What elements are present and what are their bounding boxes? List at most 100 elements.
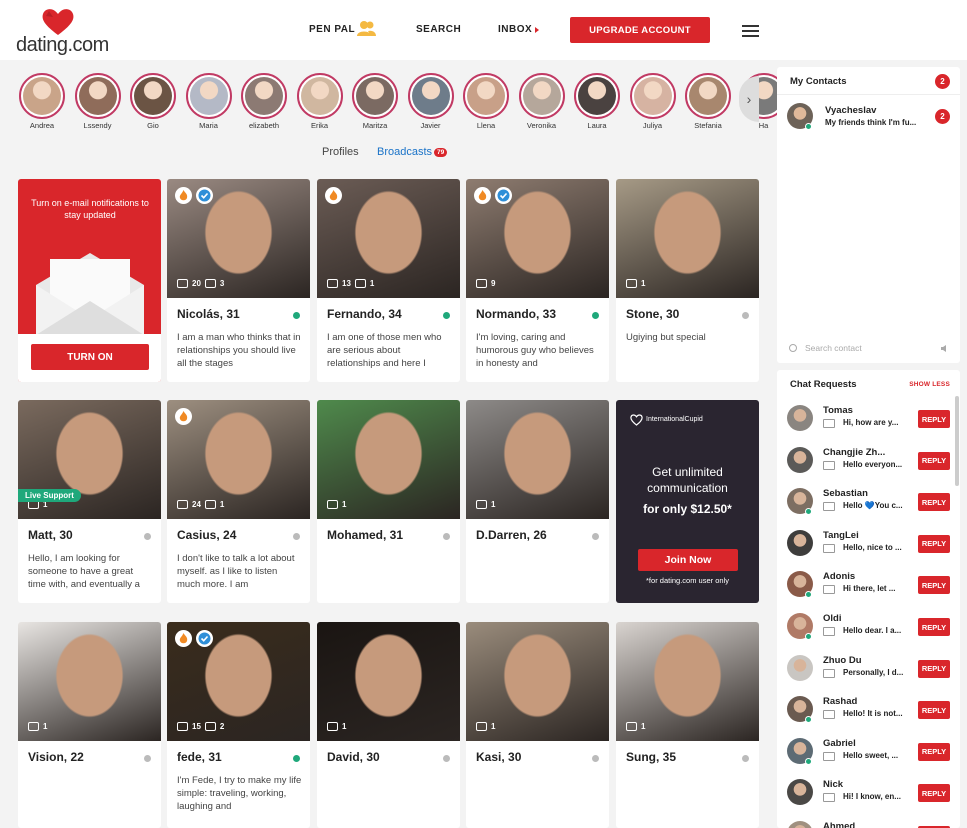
avatar [411,77,450,115]
story-ring [407,73,454,119]
live-support-badge[interactable]: Live Support [18,489,81,502]
story-item[interactable]: elizabeth [238,73,290,130]
request-name: Changjie Zh... [823,446,886,458]
promo-card[interactable]: InternationalCupid Get unlimited communi… [616,400,759,603]
offline-status-icon [592,533,599,540]
reply-button[interactable]: REPLY [918,493,950,512]
story-item[interactable]: Veronika [516,73,568,130]
story-item[interactable]: Erika [294,73,346,130]
notification-card: Turn on e-mail notifications to stay upd… [18,179,161,382]
avatar [189,77,228,115]
profile-card[interactable]: 13 1 Fernando, 34 I am one of those men who… [317,179,460,382]
scrollbar[interactable] [955,396,959,486]
media-counts: 20 3 [177,279,224,288]
profile-card[interactable]: 1 Mohamed, 31 [317,400,460,603]
fire-icon [175,408,192,425]
story-item[interactable]: Llena [460,73,512,130]
request-message: Personally, I d... [843,667,904,677]
camera-icon [476,722,487,731]
camera-icon [476,279,487,288]
profile-card[interactable]: 15 2 fede, 31 I'm Fede, I try to make my li… [167,622,310,828]
media-counts: 1 [626,279,645,288]
avatar [356,77,394,115]
search-icon [789,344,797,352]
video-count: 1 [369,279,375,288]
reply-button[interactable]: REPLY [918,451,950,470]
nav-inbox[interactable]: INBOX [498,24,532,35]
story-item[interactable]: Andrea [16,73,68,130]
menu-icon[interactable] [742,25,759,37]
show-less-link[interactable]: SHOW LESS [909,381,950,388]
tab-profiles[interactable]: Profiles [322,146,359,158]
reply-button[interactable]: REPLY [918,576,950,595]
media-counts: 1 [28,722,47,731]
profile-name: Casius, 24 [177,528,237,542]
profile-card[interactable]: 20 3 Nicolás, 31 I am a man who thinks that… [167,179,310,382]
profile-card[interactable]: 1 David, 30 [317,622,460,828]
tab-broadcasts[interactable]: Broadcasts 79 [377,146,448,158]
users-icon[interactable] [356,20,376,36]
join-now-button[interactable]: Join Now [638,549,738,571]
story-item[interactable]: Javier [405,73,457,130]
avatar [633,77,672,115]
story-item[interactable]: Lssendy [72,73,124,130]
mute-icon[interactable] [940,344,948,353]
chat-request-row[interactable]: Changjie Zh... Hello everyon... REPLY [777,442,960,484]
chat-request-row[interactable]: Adonis Hi there, let ... REPLY [777,566,960,608]
profile-card[interactable]: 1 Vision, 22 [18,622,161,828]
nav-search[interactable]: SEARCH [416,24,461,35]
turn-on-button[interactable]: TURN ON [31,344,149,370]
offline-status-icon [144,755,151,762]
camera-icon [177,500,188,509]
profile-card[interactable]: 24 1 Casius, 24 I don't like to talk a lot … [167,400,310,603]
reply-button[interactable]: REPLY [918,410,950,428]
profile-card[interactable]: 1 D.Darren, 26 [466,400,609,603]
story-item[interactable]: Laura [571,73,623,130]
video-icon [204,279,216,288]
reply-button[interactable]: REPLY [918,659,950,678]
online-status-icon [592,312,599,319]
chat-request-row[interactable]: Gabriel Hello sweet, ... REPLY [777,733,960,775]
fire-icon [474,187,491,204]
avatar [578,77,616,115]
chat-request-row[interactable]: AhmedREPLY [777,816,960,828]
chat-request-row[interactable]: Zhuo Du Personally, I d... REPLY [777,650,960,692]
chat-request-row[interactable]: Nick Hi! I know, en... REPLY [777,774,960,816]
stories-strip: Andrea Lssendy Gio Maria elizabeth Erika Marit… [16,73,787,133]
profile-name: Stone, 30 [626,307,680,321]
search-contact-input[interactable]: Search contact [805,343,862,353]
reply-button[interactable]: REPLY [918,618,950,636]
story-item[interactable]: Maria [183,73,235,130]
offline-status-icon [443,755,450,762]
chat-request-row[interactable]: Rashad Hello! It is not... REPLY [777,691,960,733]
reply-button[interactable]: REPLY [918,784,950,803]
camera-icon [177,279,188,288]
story-name: Javier [420,121,441,130]
chat-request-row[interactable]: TangLei Hello, nice to ... REPLY [777,525,960,567]
reply-button[interactable]: REPLY [918,534,950,553]
upgrade-account-button[interactable]: UPGRADE ACCOUNT [570,17,710,43]
logo[interactable]: dating.com [16,8,109,56]
chat-request-row[interactable]: Oldi Hello dear. I a... REPLY [777,608,960,650]
reply-button[interactable]: REPLY [918,701,950,720]
request-name: Sebastian [823,488,868,500]
story-item[interactable]: Gio [127,73,179,130]
promo-headline: Get unlimited communication [647,465,728,495]
story-item[interactable]: Juliya [627,73,679,130]
avatar [467,77,505,115]
profile-card[interactable]: 9 Normando, 33 I'm loving, caring and humo… [466,179,609,382]
badge-row [474,187,512,204]
profile-card[interactable]: 1 Kasi, 30 [466,622,609,828]
contact-name[interactable]: Vyacheslav [825,105,876,116]
profile-card[interactable]: 1 Matt, 30 Hello, I am looking for someone… [18,400,161,603]
story-item[interactable]: Stefania [682,73,734,130]
nav-penpal[interactable]: PEN PAL [309,24,355,35]
chat-request-row[interactable]: Tomas Hi, how are y... REPLY [777,400,960,442]
profile-card[interactable]: 1 Sung, 35 [616,622,759,828]
story-item[interactable]: Maritza [349,73,401,130]
reply-button[interactable]: REPLY [918,742,950,761]
request-name: TangLei [823,529,859,541]
chat-request-row[interactable]: Sebastian Hello 💙You c... REPLY [777,483,960,525]
request-name: Tomas [823,405,853,416]
profile-card[interactable]: 1 Stone, 30 Ugiying but special [616,179,759,382]
